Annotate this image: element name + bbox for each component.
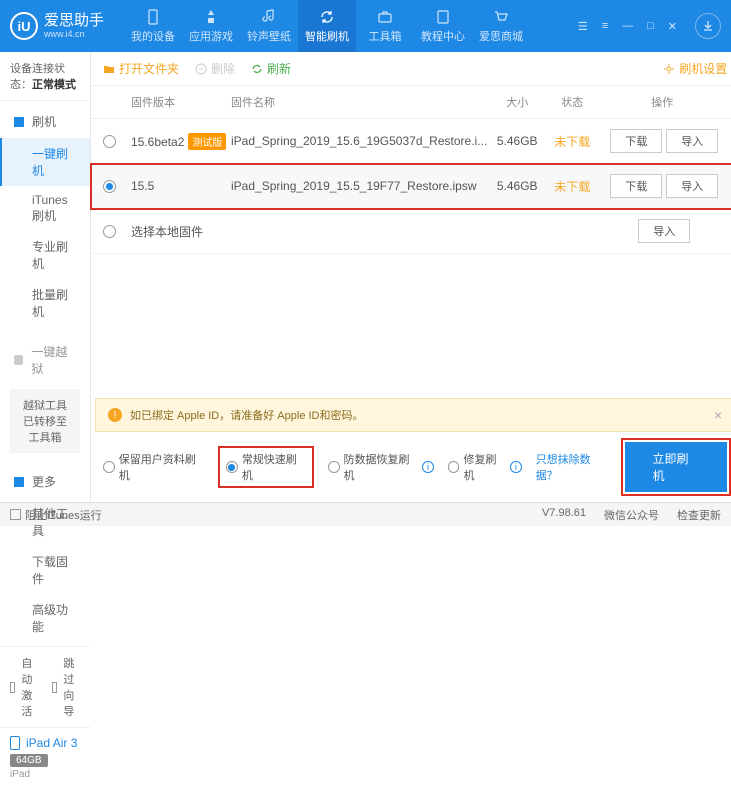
- connection-status: 设备连接状态：正常模式: [0, 52, 90, 101]
- warning-bar: ! 如已绑定 Apple ID，请准备好 Apple ID和密码。 ×: [95, 398, 731, 432]
- download-button[interactable]: 下载: [610, 129, 662, 153]
- check-update-link[interactable]: 检查更新: [677, 507, 721, 523]
- logo-icon: iU: [10, 12, 38, 40]
- square-icon: [14, 117, 24, 127]
- minimize-icon[interactable]: —: [618, 18, 637, 34]
- firmware-name: iPad_Spring_2019_15.6_19G5037d_Restore.i…: [231, 134, 487, 148]
- music-icon: [260, 8, 278, 26]
- sidebar-item-itunes[interactable]: iTunes刷机: [0, 186, 90, 231]
- device-icon: [144, 8, 162, 26]
- brand-name: 爱思助手: [44, 13, 104, 30]
- refresh-icon: [318, 8, 336, 26]
- nav-tutorials[interactable]: 教程中心: [414, 0, 472, 52]
- beta-badge: 测试版: [188, 133, 226, 150]
- brand-url: www.i4.cn: [44, 29, 104, 39]
- nav-ringtones[interactable]: 铃声壁纸: [240, 0, 298, 52]
- device-info[interactable]: iPad Air 3 64GB iPad: [0, 727, 90, 788]
- wechat-link[interactable]: 微信公众号: [604, 507, 659, 523]
- refresh-button[interactable]: 刷新: [251, 60, 291, 77]
- square-icon: [14, 477, 24, 487]
- toolbox-icon: [376, 8, 394, 26]
- close-icon[interactable]: ✕: [664, 18, 681, 35]
- flash-settings-button[interactable]: 刷机设置: [663, 60, 727, 77]
- sidebar-group-jailbreak: 一键越狱: [0, 335, 90, 385]
- auto-activate-label: 自动激活: [21, 655, 38, 719]
- version-label: V7.98.61: [542, 507, 586, 523]
- ipad-icon: [10, 736, 20, 750]
- apps-icon: [202, 8, 220, 26]
- row-radio[interactable]: [103, 135, 116, 148]
- download-button[interactable]: 下载: [610, 174, 662, 198]
- auto-activate-checkbox[interactable]: [10, 682, 15, 693]
- sidebar-item-batch[interactable]: 批量刷机: [0, 279, 90, 327]
- row-radio[interactable]: [103, 225, 116, 238]
- firmware-size: 5.46GB: [487, 134, 547, 148]
- warning-icon: !: [108, 408, 122, 422]
- option-keep-data[interactable]: 保留用户资料刷机: [103, 451, 204, 483]
- import-button[interactable]: 导入: [666, 129, 718, 153]
- firmware-row[interactable]: 15.6beta2测试版 iPad_Spring_2019_15.6_19G50…: [91, 119, 731, 164]
- sidebar-item-download-fw[interactable]: 下载固件: [0, 546, 90, 594]
- firmware-row-selected[interactable]: 15.5 iPad_Spring_2019_15.5_19F77_Restore…: [91, 164, 731, 209]
- gear-icon: [663, 63, 675, 75]
- cart-icon: [492, 8, 510, 26]
- nav-apps[interactable]: 应用游戏: [182, 0, 240, 52]
- sidebar-group-more[interactable]: 更多: [0, 465, 90, 498]
- firmware-name: iPad_Spring_2019_15.5_19F77_Restore.ipsw: [231, 179, 487, 193]
- settings-icon[interactable]: ≡: [598, 18, 612, 34]
- open-folder-button[interactable]: 打开文件夹: [103, 60, 179, 77]
- nav-flash[interactable]: 智能刷机: [298, 0, 356, 52]
- info-icon[interactable]: i: [510, 461, 522, 473]
- storage-badge: 64GB: [10, 754, 48, 767]
- nav-toolbox[interactable]: 工具箱: [356, 0, 414, 52]
- flash-now-button[interactable]: 立即刷机: [625, 442, 728, 492]
- nav-store[interactable]: 爱思商城: [472, 0, 530, 52]
- lock-icon: [14, 355, 23, 365]
- sidebar-group-flash[interactable]: 刷机: [0, 105, 90, 138]
- warning-close-icon[interactable]: ×: [714, 407, 722, 423]
- table-header: 固件版本 固件名称 大小 状态 操作: [91, 86, 731, 119]
- device-type: iPad: [10, 769, 80, 780]
- import-button[interactable]: 导入: [666, 174, 718, 198]
- nav-my-device[interactable]: 我的设备: [124, 0, 182, 52]
- sidebar-item-pro[interactable]: 专业刷机: [0, 231, 90, 279]
- maximize-icon[interactable]: □: [643, 18, 658, 34]
- option-repair[interactable]: 修复刷机i: [448, 451, 522, 483]
- block-itunes-label: 阻止iTunes运行: [25, 507, 102, 523]
- info-icon[interactable]: i: [422, 461, 434, 473]
- option-anti-recovery[interactable]: 防数据恢复刷机i: [328, 451, 434, 483]
- menu-icon[interactable]: ☰: [574, 18, 592, 35]
- book-icon: [434, 8, 452, 26]
- erase-only-link[interactable]: 只想抹除数据？: [536, 451, 611, 483]
- delete-button: 删除: [195, 60, 235, 77]
- firmware-size: 5.46GB: [487, 179, 547, 193]
- firmware-status: 未下载: [547, 133, 597, 150]
- delete-icon: [195, 63, 207, 75]
- sidebar-item-oneclick[interactable]: 一键刷机: [0, 138, 90, 186]
- option-fast-flash[interactable]: 常规快速刷机: [218, 446, 314, 488]
- folder-icon: [103, 63, 115, 75]
- download-icon[interactable]: [695, 13, 721, 39]
- block-itunes-checkbox[interactable]: [10, 509, 21, 520]
- skip-guide-checkbox[interactable]: [52, 682, 57, 693]
- firmware-status: 未下载: [547, 178, 597, 195]
- firmware-row-local[interactable]: 选择本地固件 导入: [91, 209, 731, 254]
- row-radio[interactable]: [103, 180, 116, 193]
- jailbreak-note: 越狱工具已转移至工具箱: [10, 389, 80, 453]
- import-button[interactable]: 导入: [638, 219, 690, 243]
- refresh-icon: [251, 63, 263, 75]
- skip-guide-label: 跳过向导: [63, 655, 80, 719]
- sidebar-item-advanced[interactable]: 高级功能: [0, 594, 90, 642]
